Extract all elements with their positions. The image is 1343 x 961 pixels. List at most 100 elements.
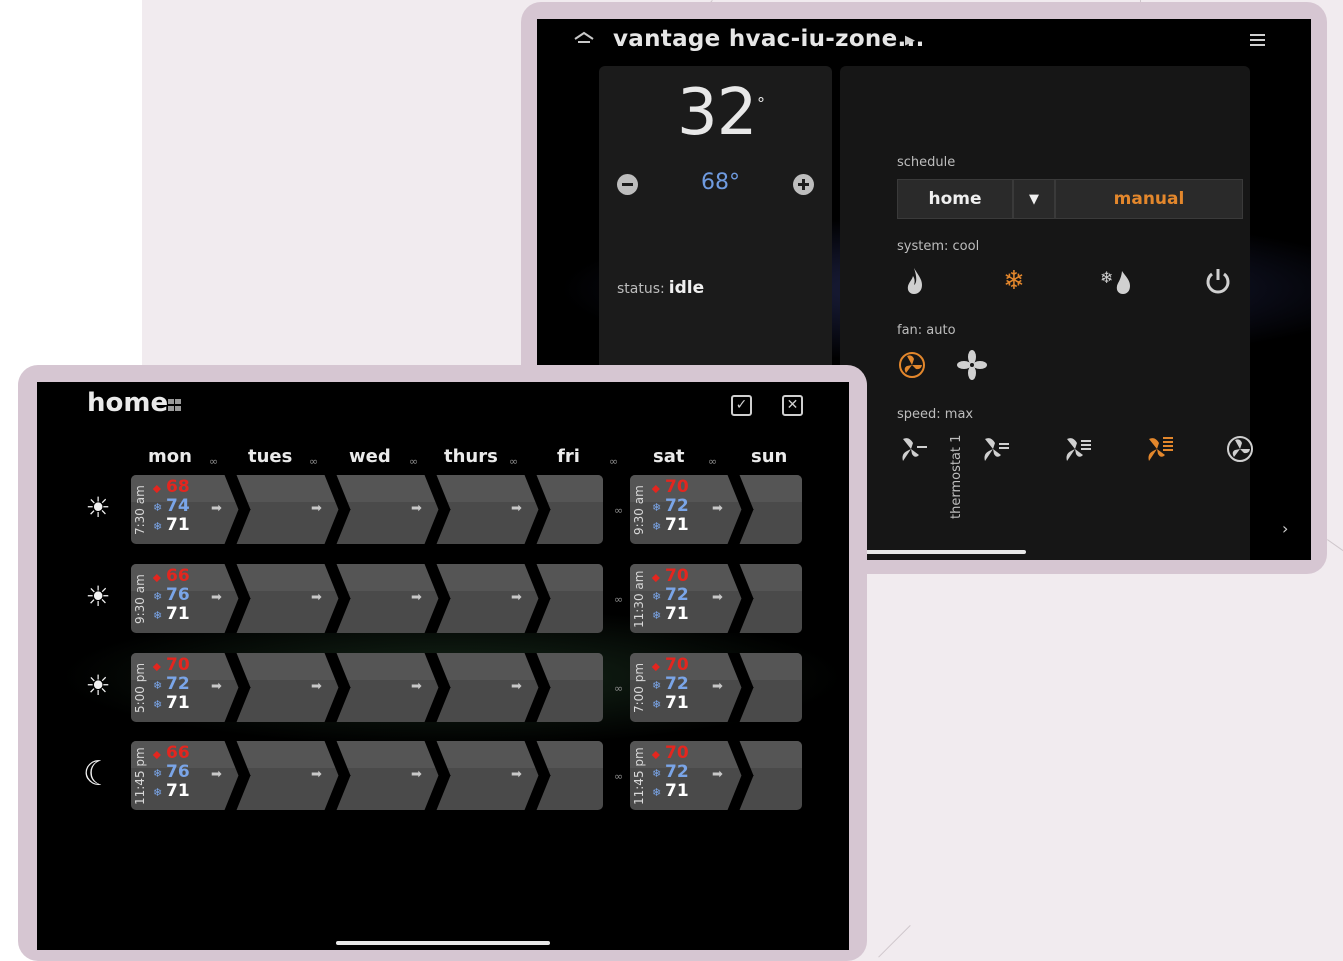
heat-setpoint[interactable]: ⬥ 66 (153, 567, 203, 586)
home-icon[interactable] (573, 31, 595, 49)
period-time[interactable]: 5:00 pm (133, 658, 147, 718)
fan-speed-3-icon[interactable] (1061, 432, 1095, 466)
heat-value: 68 (166, 477, 190, 497)
link-icon[interactable]: ∞ (614, 504, 623, 517)
weekend-period-row[interactable]: 11:30 am ⬥ 70 ❄ 72 ❄ 71 ➡ (630, 564, 802, 633)
chevron-right-icon[interactable]: › (1282, 519, 1288, 538)
day-label-wed[interactable]: wed (349, 446, 391, 467)
current-temperature: 32 (677, 76, 757, 150)
snowflake-flame-icon[interactable]: ❄ (1099, 264, 1133, 298)
home-indicator[interactable] (336, 941, 550, 945)
device-title[interactable]: vantage hvac-iu-zone... (613, 26, 925, 52)
cool-setpoint[interactable]: ❄ 72 (652, 497, 702, 516)
cool-setpoint[interactable]: ❄ 72 (153, 675, 203, 694)
fan-speed-max-icon[interactable] (1143, 432, 1177, 466)
link-icon[interactable]: ∞ (614, 682, 623, 695)
checkbox-close-icon[interactable]: ✕ (782, 395, 803, 416)
auto-setpoint[interactable]: ❄ 71 (652, 694, 702, 713)
period-time[interactable]: 7:30 am (133, 480, 147, 540)
auto-setpoint[interactable]: ❄ 71 (652, 782, 702, 801)
heat-setpoint[interactable]: ⬥ 70 (652, 478, 702, 497)
weekend-period-row[interactable]: 11:45 pm ⬥ 70 ❄ 72 ❄ 71 ➡ (630, 741, 802, 810)
cool-setpoint[interactable]: ❄ 76 (153, 763, 203, 782)
weekday-period-row[interactable]: 5:00 pm ⬥ 70 ❄ 72 ❄ 71 ➡ ➡ ➡ ➡ (131, 653, 603, 722)
period-divider (331, 475, 347, 544)
manual-button[interactable]: manual (1055, 179, 1243, 219)
play-arrow-icon[interactable]: ▶ (905, 33, 915, 48)
link-icon[interactable]: ∞ (309, 455, 318, 468)
auto-icon: ❄ (652, 698, 662, 711)
period-time[interactable]: 11:45 pm (632, 746, 646, 806)
heat-setpoint[interactable]: ⬥ 70 (652, 744, 702, 763)
link-icon[interactable]: ∞ (708, 455, 717, 468)
heat-setpoint[interactable]: ⬥ 68 (153, 478, 203, 497)
link-icon[interactable]: ∞ (409, 455, 418, 468)
chevron-down-icon[interactable]: ▼ (1013, 179, 1055, 219)
flame-icon[interactable] (897, 264, 931, 298)
flame-icon: ⬥ (153, 660, 161, 673)
snowflake-icon: ❄ (652, 501, 662, 514)
period-time[interactable]: 11:45 pm (133, 746, 147, 806)
weekday-period-row[interactable]: 11:45 pm ⬥ 66 ❄ 76 ❄ 71 ➡ ➡ ➡ ➡ (131, 741, 603, 810)
thermostat-name-label[interactable]: thermostat 1 (949, 435, 964, 519)
heat-value: 70 (665, 743, 689, 763)
day-label-sun[interactable]: sun (751, 446, 787, 467)
fan-speed-auto-icon[interactable] (1223, 432, 1257, 466)
period-time[interactable]: 7:00 pm (632, 658, 646, 718)
period-time[interactable]: 9:30 am (133, 569, 147, 629)
degree-symbol: ° (757, 94, 765, 113)
weekday-period-row[interactable]: 9:30 am ⬥ 66 ❄ 76 ❄ 71 ➡ ➡ ➡ ➡ (131, 564, 603, 633)
period-time[interactable]: 9:30 am (632, 480, 646, 540)
weekday-period-row[interactable]: 7:30 am ⬥ 68 ❄ 74 ❄ 71 ➡ ➡ ➡ ➡ (131, 475, 603, 544)
link-icon[interactable]: ∞ (614, 770, 623, 783)
auto-icon: ❄ (153, 698, 163, 711)
arrow-right-icon: ➡ (311, 501, 322, 516)
link-icon[interactable]: ∞ (209, 455, 218, 468)
auto-setpoint[interactable]: ❄ 71 (153, 516, 203, 535)
snowflake-icon[interactable]: ❄ (997, 264, 1031, 298)
cool-setpoint[interactable]: ❄ 72 (652, 586, 702, 605)
menu-icon[interactable] (1250, 34, 1265, 46)
arrow-right-icon: ➡ (712, 679, 723, 694)
link-icon[interactable]: ∞ (614, 593, 623, 606)
cool-setpoint[interactable]: ❄ 72 (652, 763, 702, 782)
auto-value: 71 (166, 693, 190, 713)
minus-circle-icon[interactable] (617, 174, 638, 195)
cool-setpoint[interactable]: ❄ 76 (153, 586, 203, 605)
schedule-title: home (87, 388, 169, 418)
plus-circle-icon[interactable] (793, 174, 814, 195)
auto-icon: ❄ (652, 520, 662, 533)
fan-auto-icon[interactable] (895, 348, 929, 382)
fan-on-icon[interactable] (955, 348, 989, 382)
heat-setpoint[interactable]: ⬥ 70 (652, 656, 702, 675)
cool-setpoint[interactable]: ❄ 74 (153, 497, 203, 516)
auto-setpoint[interactable]: ❄ 71 (153, 694, 203, 713)
heat-setpoint[interactable]: ⬥ 70 (652, 567, 702, 586)
status-value: idle (668, 278, 705, 298)
fan-speed-2-icon[interactable] (979, 432, 1013, 466)
weekend-period-row[interactable]: 7:00 pm ⬥ 70 ❄ 72 ❄ 71 ➡ (630, 653, 802, 722)
day-label-tues[interactable]: tues (248, 446, 292, 467)
arrow-right-icon: ➡ (211, 501, 222, 516)
auto-setpoint[interactable]: ❄ 71 (652, 605, 702, 624)
heat-setpoint[interactable]: ⬥ 66 (153, 744, 203, 763)
fan-speed-1-icon[interactable] (897, 432, 931, 466)
day-label-mon[interactable]: mon (148, 446, 192, 467)
auto-setpoint[interactable]: ❄ 71 (153, 782, 203, 801)
power-icon[interactable] (1201, 264, 1235, 298)
day-label-thurs[interactable]: thurs (444, 446, 498, 467)
day-label-fri[interactable]: fri (557, 446, 580, 467)
link-icon[interactable]: ∞ (609, 455, 618, 468)
auto-setpoint[interactable]: ❄ 71 (153, 605, 203, 624)
grid-icon[interactable] (168, 399, 182, 412)
link-icon[interactable]: ∞ (509, 455, 518, 468)
weekend-period-row[interactable]: 9:30 am ⬥ 70 ❄ 72 ❄ 71 ➡ (630, 475, 802, 544)
auto-icon: ❄ (153, 609, 163, 622)
checkbox-check-icon[interactable]: ✓ (731, 395, 752, 416)
heat-setpoint[interactable]: ⬥ 70 (153, 656, 203, 675)
period-time[interactable]: 11:30 am (632, 569, 646, 629)
cool-setpoint[interactable]: ❄ 72 (652, 675, 702, 694)
auto-setpoint[interactable]: ❄ 71 (652, 516, 702, 535)
schedule-select[interactable]: home (897, 179, 1013, 219)
day-label-sat[interactable]: sat (653, 446, 684, 467)
